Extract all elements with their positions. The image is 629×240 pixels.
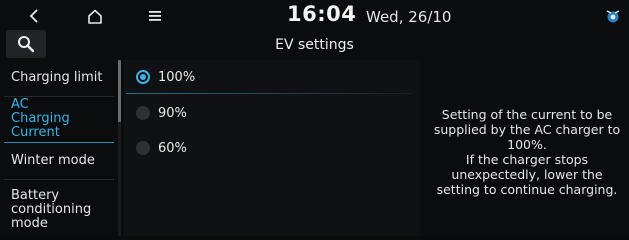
home-button[interactable]	[82, 4, 108, 28]
sidebar: Charging limit AC Charging Current Winte…	[0, 60, 120, 236]
sidebar-item-battery-conditioning[interactable]: Battery conditioning mode	[0, 184, 116, 236]
option-100[interactable]: 100%	[124, 61, 414, 93]
option-label: 90%	[158, 105, 187, 121]
status-bar: 16:04 Wed, 26/10	[0, 0, 629, 32]
option-divider	[126, 93, 412, 94]
option-60[interactable]: 60%	[124, 132, 414, 164]
option-90[interactable]: 90%	[124, 97, 414, 129]
help-text: Setting of the current to be supplied by…	[433, 107, 621, 197]
back-button[interactable]	[22, 4, 46, 28]
sidebar-item-label: Winter mode	[11, 152, 95, 168]
back-icon	[29, 9, 38, 23]
page-title: EV settings	[275, 37, 354, 53]
sidebar-scrollbar[interactable]	[118, 60, 121, 122]
date: Wed, 26/10	[366, 8, 452, 26]
options-list: 100% 90% 60%	[124, 60, 420, 236]
sidebar-item-label: Charging limit	[11, 69, 103, 85]
radio-unselected-icon[interactable]	[136, 141, 150, 155]
clock: 16:04	[287, 2, 357, 26]
connectivity-icon	[606, 10, 620, 23]
home-icon	[88, 9, 102, 24]
option-label: 60%	[158, 140, 187, 156]
sidebar-divider	[4, 179, 114, 180]
sidebar-item-charging-limit[interactable]: Charging limit	[0, 60, 116, 95]
option-label: 100%	[158, 69, 196, 85]
sidebar-item-label: AC Charging Current	[11, 97, 70, 140]
sidebar-item-label: Battery conditioning mode	[11, 188, 92, 231]
radio-selected-icon[interactable]	[136, 70, 150, 84]
sidebar-item-winter-mode[interactable]: Winter mode	[0, 143, 116, 178]
menu-icon	[149, 11, 161, 21]
sidebar-item-ac-charging-current[interactable]: AC Charging Current	[0, 97, 116, 141]
ev-settings-screen: 16:04 Wed, 26/10 EV settings Charging li…	[0, 0, 629, 236]
menu-button[interactable]	[144, 4, 166, 28]
radio-unselected-icon[interactable]	[136, 106, 150, 120]
